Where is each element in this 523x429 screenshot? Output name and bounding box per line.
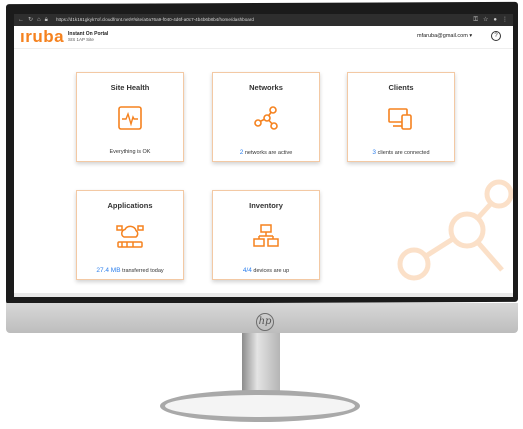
menu-icon[interactable]: ⋮: [502, 17, 508, 23]
card-title: Applications: [107, 201, 153, 210]
inventory-status: devices are up: [253, 268, 290, 274]
networks-card[interactable]: Networks 2 networks are active: [212, 72, 320, 162]
status-text: 27.4 MB transferred today: [77, 267, 183, 274]
card-title: Clients: [388, 83, 414, 92]
screen-bottom-strip: [14, 293, 513, 297]
site-health-card[interactable]: Site Health Everything is OK: [76, 72, 184, 162]
monitor-base: [160, 390, 360, 422]
hp-logo-icon: hp: [256, 313, 274, 331]
home-icon[interactable]: ⌂: [37, 17, 41, 23]
inventory-card[interactable]: Inventory 4/4 devices are up: [212, 190, 320, 280]
devices-icon: [348, 105, 454, 133]
heartbeat-icon: [77, 105, 183, 133]
card-title: Site Health: [110, 83, 150, 92]
card-title: Inventory: [249, 201, 283, 210]
back-icon[interactable]: ←: [18, 17, 24, 23]
reload-icon[interactable]: ↻: [28, 17, 33, 23]
card-title: Networks: [249, 83, 283, 92]
lock-icon: 🔒︎: [44, 17, 48, 23]
browser-toolbar: ← ↻ ⌂ 🔒︎ https://d1k161gkyk7of.cloudfront.n…: [14, 14, 513, 26]
networks-count: 2: [239, 149, 244, 156]
network-nodes-icon: [213, 105, 319, 133]
site-name[interactable]: SIS 1AP Site: [68, 37, 94, 42]
status-text: 4/4 devices are up: [213, 267, 319, 274]
user-menu[interactable]: mfaruba@gmail.com ▾: [417, 33, 472, 39]
status-text: Everything is OK: [109, 149, 151, 155]
star-icon[interactable]: ☆: [483, 17, 488, 23]
status-text: 3 clients are connected: [348, 149, 454, 156]
aruba-logo[interactable]: ıruba: [20, 27, 64, 47]
app-header: ıruba Instant On Portal SIS 1AP Site mfa…: [14, 26, 513, 49]
networks-status: networks are active: [244, 150, 293, 156]
monitor-screen: ← ↻ ⌂ 🔒︎ https://d1k161gkyk7of.cloudfront.n…: [14, 14, 513, 297]
network-decoration-icon: [397, 179, 513, 281]
address-bar[interactable]: https://d1k161gkyk7of.cloudfront.net/#/s…: [56, 16, 456, 24]
status-text: 2 networks are active: [213, 149, 319, 156]
clients-card[interactable]: Clients 3 clients are connected: [347, 72, 455, 162]
clients-count: 3: [372, 149, 377, 156]
profile-icon[interactable]: ●: [493, 17, 497, 23]
cloud-apps-icon: [77, 223, 183, 251]
inventory-tree-icon: [213, 223, 319, 251]
clients-status: clients are connected: [377, 150, 430, 156]
key-icon[interactable]: ⚿: [473, 17, 478, 23]
applications-status: transferred today: [122, 268, 164, 274]
applications-count: 27.4 MB: [96, 267, 121, 274]
inventory-count: 4/4: [242, 267, 252, 274]
monitor-neck: [242, 333, 280, 395]
applications-card[interactable]: Applications 27.4 MB transferred today: [76, 190, 184, 280]
help-icon[interactable]: ?: [491, 31, 501, 41]
